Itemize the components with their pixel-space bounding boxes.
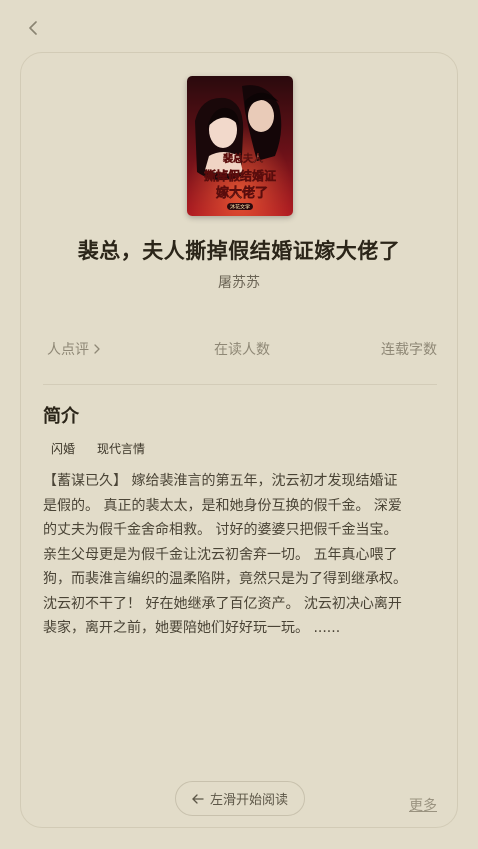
rating-label: 人点评 <box>47 342 89 358</box>
book-stats: 人点评 在读人数 连载字数 <box>47 339 437 359</box>
back-button[interactable] <box>22 16 46 40</box>
cover-image: 裴总夫人 撕掉假结婚证 嫁大佬了 沐花文学 <box>187 76 293 216</box>
readers-label: 在读人数 <box>214 342 270 358</box>
divider <box>43 384 437 385</box>
intro-heading: 简介 <box>43 406 79 427</box>
start-reading-button[interactable]: 左滑开始阅读 <box>175 781 305 816</box>
book-author[interactable]: 屠苏苏 <box>21 272 457 292</box>
readers-stat: 在读人数 <box>47 339 437 359</box>
tag-item[interactable]: 闪婚 <box>43 438 83 459</box>
rating-stat[interactable]: 人点评 <box>47 339 101 359</box>
genre-tags: 闪婚 现代言情 <box>43 438 153 459</box>
synopsis-text: 【蓄谋已久】 嫁给裴淮言的第五年，沈云初才发现结婚证 是假的。 真正的裴太太，是… <box>43 473 407 636</box>
words-stat: 连载字数 <box>381 339 437 359</box>
book-cover[interactable]: 裴总夫人 撕掉假结婚证 嫁大佬了 沐花文学 <box>187 76 293 216</box>
more-link[interactable]: 更多 <box>409 795 437 815</box>
book-title: 裴总，夫人撕掉假结婚证嫁大佬了 <box>77 239 401 263</box>
tag-item[interactable]: 现代言情 <box>89 438 153 459</box>
cover-title-bottom: 嫁大佬了 <box>216 185 268 201</box>
chevron-right-icon <box>94 344 100 354</box>
cover-title-top: 裴总夫人 <box>222 152 264 165</box>
arrow-left-icon <box>192 793 204 804</box>
cover-publisher: 沐花文学 <box>230 204 250 211</box>
book-info-card: 裴总夫人 撕掉假结婚证 嫁大佬了 沐花文学 裴总，夫人撕掉假结婚证嫁大佬了 屠苏… <box>20 52 458 828</box>
cover-title-mid: 撕掉假结婚证 <box>204 168 276 183</box>
words-label: 连载字数 <box>381 342 437 358</box>
chevron-left-icon <box>29 21 37 35</box>
start-reading-label: 左滑开始阅读 <box>209 793 288 808</box>
book-detail-page: 裴总夫人 撕掉假结婚证 嫁大佬了 沐花文学 裴总，夫人撕掉假结婚证嫁大佬了 屠苏… <box>0 0 478 849</box>
